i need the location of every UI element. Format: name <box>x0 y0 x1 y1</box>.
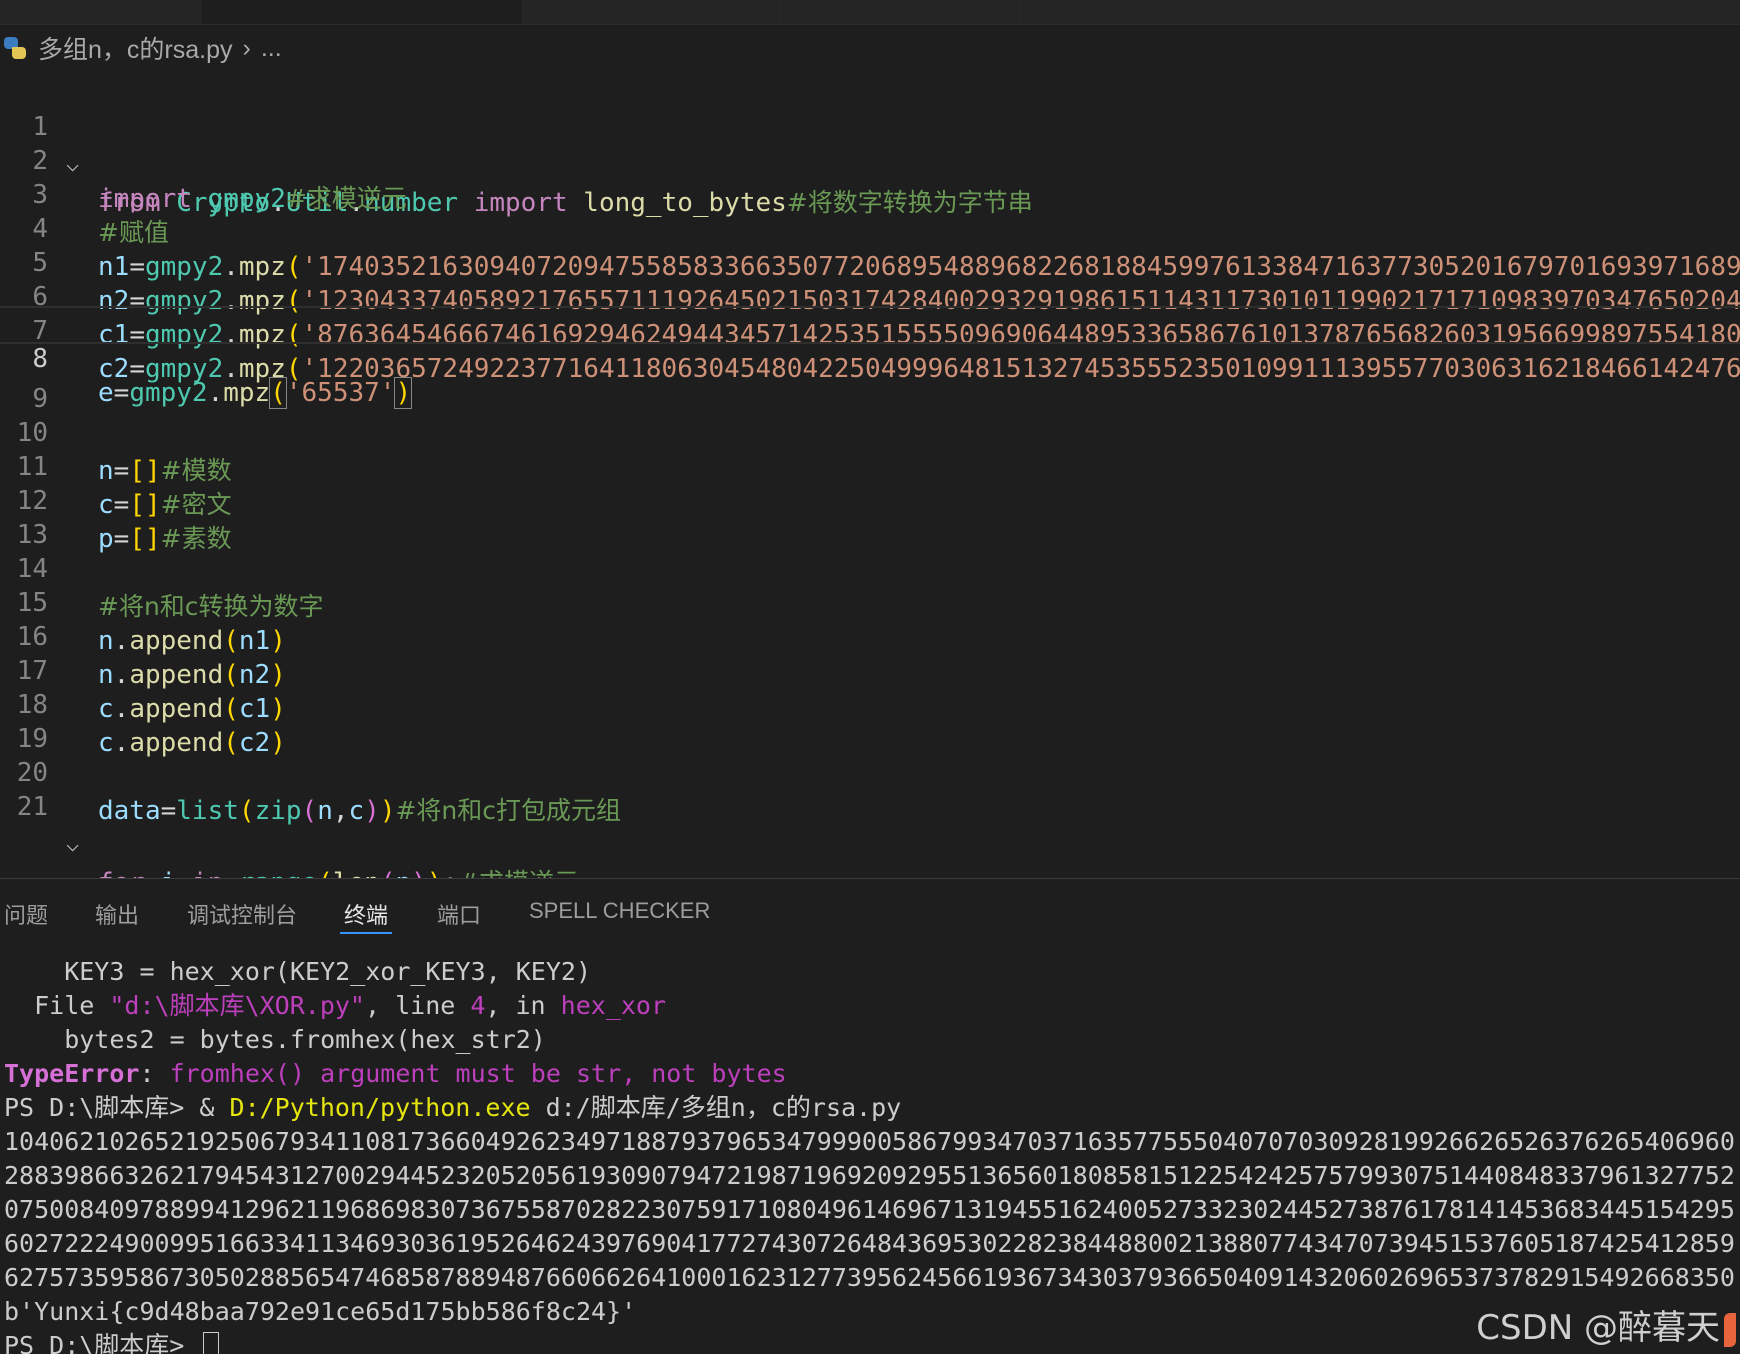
watermark-text: CSDN @醉暮天 <box>1476 1308 1720 1348</box>
code-line[interactable]: 5 n2=gmpy2.mpz('123043374058921765571119… <box>0 206 1740 316</box>
terminal-line: File "d:\脚本库\XOR.py", line 4, in hex_xor <box>4 989 666 1023</box>
terminal-prompt: PS D:\脚本库> & <box>4 1093 230 1122</box>
python-file-icon <box>4 37 26 59</box>
terminal-line: PS D:\脚本库> <box>4 1329 220 1354</box>
editor-tab[interactable] <box>780 0 1021 24</box>
editor-tab-bar <box>0 0 1740 25</box>
terminal-text: : <box>139 1059 170 1088</box>
terminal-line: KEY3 = hex_xor(KEY2_xor_KEY3, KEY2) <box>4 957 591 986</box>
leaf-icon <box>1724 1312 1736 1347</box>
watermark: CSDN @醉暮天 <box>1476 1300 1736 1349</box>
terminal-text: , in <box>485 991 561 1020</box>
code-line[interactable]: 14 #将n和c转换为数字 <box>0 512 1740 621</box>
panel-divider[interactable] <box>0 878 1740 879</box>
breadcrumb-file[interactable]: 多组n，c的rsa.py <box>38 30 232 66</box>
terminal-line: 6275735958673050288565474685878894876606… <box>4 1263 1735 1292</box>
terminal-line: 2883986632621794543127002944523205205619… <box>4 1161 1735 1190</box>
terminal-line: 1040621026521925067934110817366049262349… <box>4 1127 1735 1156</box>
editor-tab-active[interactable] <box>202 0 523 24</box>
terminal-text: d:/脚本库/多组n，c的rsa.py <box>530 1093 902 1122</box>
terminal-line-number: 4 <box>470 991 486 1020</box>
terminal-text: , line <box>364 991 471 1020</box>
terminal-line: 6027222490099516633411346930361952646243… <box>4 1229 1735 1258</box>
code-line[interactable]: 2 import gmpy2#求模逆元 <box>0 104 1740 214</box>
code-line[interactable]: 19 <box>0 682 1740 754</box>
terminal-line: PS D:\脚本库> & D:/Python/python.exe d:/脚本库… <box>4 1091 901 1125</box>
tab-ports[interactable]: 端口 <box>437 898 481 930</box>
variable: n <box>317 796 333 826</box>
function-name: len <box>333 868 380 878</box>
tab-spell-checker[interactable]: SPELL CHECKER <box>529 898 710 924</box>
terminal-path[interactable]: "d:\脚本库\XOR.py" <box>109 991 365 1020</box>
comment: #求模逆元 <box>458 868 579 878</box>
error-message: fromhex() argument must be str, not byte… <box>169 1059 787 1088</box>
terminal-line: bytes2 = bytes.fromhex(hex_str2) <box>4 1025 546 1054</box>
variable: i <box>161 868 177 878</box>
keyword: for <box>98 868 145 878</box>
code-editor[interactable]: 1 ⌵ from Crypto.Util.number import long_… <box>0 70 1740 878</box>
terminal-line: 0750084097889941296211968698307367558702… <box>4 1195 1735 1224</box>
variable: data <box>98 796 161 826</box>
code-line[interactable]: 1 ⌵ from Crypto.Util.number import long_… <box>0 70 1740 218</box>
panel-tab-bar: 问题 输出 调试控制台 终端 端口 SPELL CHECKER <box>0 880 1740 940</box>
tab-terminal[interactable]: 终端 <box>344 898 388 930</box>
editor-tab[interactable] <box>522 0 781 24</box>
tab-output[interactable]: 输出 <box>95 898 139 930</box>
error-name: TypeError <box>4 1059 140 1088</box>
tab-problems[interactable]: 问题 <box>4 898 48 930</box>
code-line[interactable]: 21 ⌵ for i in range(len(n)):#求模逆元 <box>0 750 1740 878</box>
terminal-function: hex_xor <box>560 991 667 1020</box>
active-tab-indicator <box>340 932 392 934</box>
terminal-line: TypeError: fromhex() argument must be st… <box>4 1057 787 1091</box>
code-line[interactable]: 15 n.append(n1) <box>0 546 1740 656</box>
editor-tab[interactable] <box>0 0 203 24</box>
code-line[interactable]: 11 c=[]#密文 <box>0 410 1740 520</box>
code-line[interactable]: 3 #赋值 <box>0 138 1740 247</box>
builtin: zip <box>254 796 302 826</box>
terminal-text: File <box>4 991 110 1020</box>
keyword: in <box>192 868 223 878</box>
code-line[interactable]: 18 c.append(c2) <box>0 648 1740 758</box>
tab-debug-console[interactable]: 调试控制台 <box>187 898 297 930</box>
variable: c <box>348 796 365 826</box>
builtin: range <box>239 868 317 878</box>
builtin: list <box>176 796 239 826</box>
chevron-right-icon: › <box>242 33 251 62</box>
variable: n <box>395 868 411 878</box>
comment: #将n和c打包成元组 <box>395 796 622 825</box>
terminal-cursor <box>203 1332 220 1354</box>
code-line[interactable]: 4 n1=gmpy2.mpz('174035216309407209475585… <box>0 172 1740 282</box>
code-line[interactable]: 13 <box>0 478 1740 550</box>
code-line[interactable]: 17 c.append(c1) <box>0 614 1740 724</box>
breadcrumb: 多组n，c的rsa.py › ... <box>0 30 1740 66</box>
code-line[interactable]: 20 data=list(zip(n,c))#将n和c打包成元组 <box>0 716 1740 826</box>
code-line[interactable]: 10 n=[]#模数 <box>0 376 1740 486</box>
terminal-output[interactable]: KEY3 = hex_xor(KEY2_xor_KEY3, KEY2) File… <box>0 955 1740 1354</box>
chevron-down-icon[interactable]: ⌵ <box>66 826 79 864</box>
breadcrumb-more[interactable]: ... <box>261 34 282 63</box>
code-line[interactable]: 12 p=[]#素数 <box>0 444 1740 554</box>
code-line[interactable]: 16 n.append(n2) <box>0 580 1740 690</box>
line-number: 21 <box>16 792 48 822</box>
code-line[interactable]: 6 c1=gmpy2.mpz('876364546667461692946249… <box>0 240 1740 350</box>
code-line-current[interactable]: 8 e=gmpy2.mpz('65537') <box>0 306 1740 409</box>
terminal-exe-path[interactable]: D:/Python/python.exe <box>230 1093 531 1122</box>
terminal-prompt: PS D:\脚本库> <box>4 1331 200 1354</box>
terminal-line: b'Yunxi{c9d48baa792e91ce65d175bb586f8c24… <box>4 1297 637 1326</box>
code-line[interactable]: 9 <box>0 342 1740 414</box>
